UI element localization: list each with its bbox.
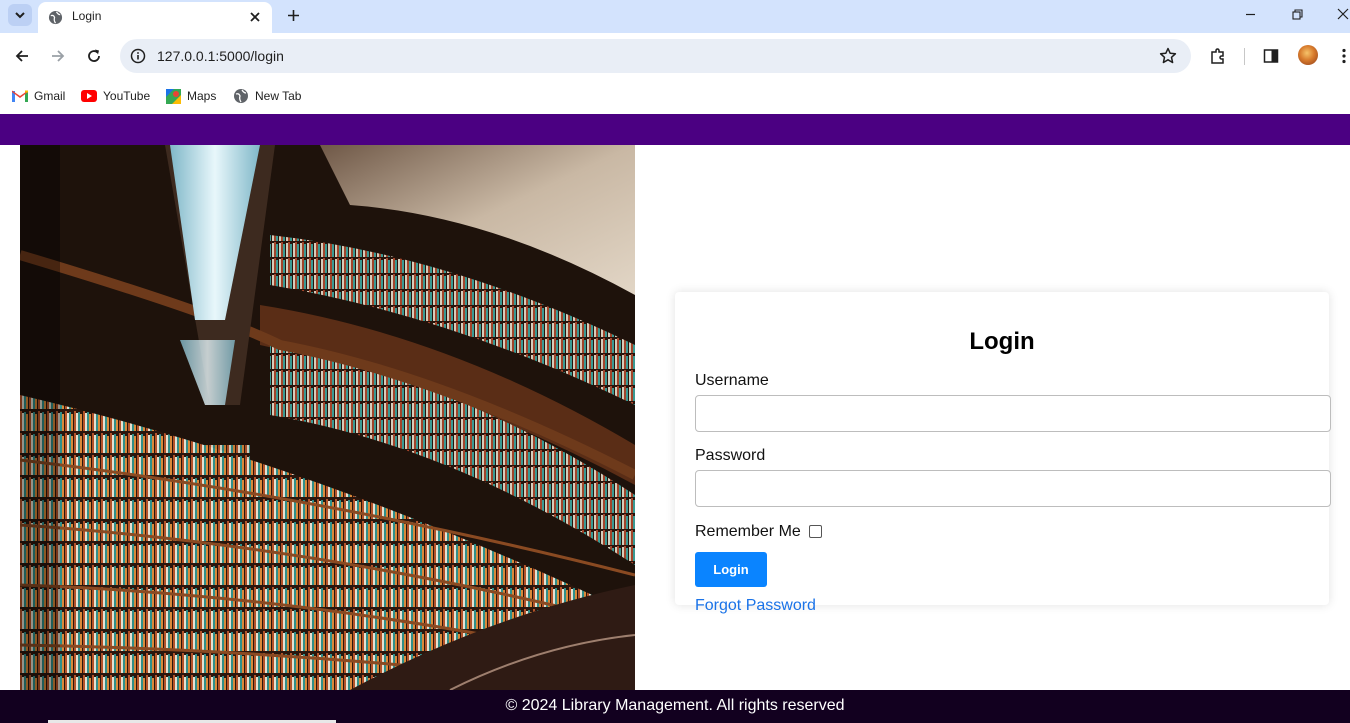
- star-icon[interactable]: [1159, 47, 1177, 65]
- reload-button[interactable]: [81, 43, 107, 69]
- plus-icon: [287, 9, 299, 21]
- info-icon[interactable]: [130, 48, 146, 64]
- back-button[interactable]: [9, 43, 35, 69]
- footer-text: © 2024 Library Management. All rights re…: [505, 697, 845, 714]
- side-panel-button[interactable]: [1260, 45, 1282, 67]
- minimize-icon: [1245, 13, 1255, 15]
- puzzle-icon: [1211, 48, 1224, 64]
- browser-toolbar: 127.0.0.1:5000/login: [0, 33, 1350, 79]
- site-footer: © 2024 Library Management. All rights re…: [0, 690, 1350, 723]
- library-photo: [20, 145, 635, 690]
- globe-icon: [48, 10, 63, 25]
- gmail-icon: [12, 90, 28, 102]
- login-button[interactable]: Login: [695, 552, 767, 587]
- bookmark-label: YouTube: [103, 89, 151, 103]
- bookmark-new-tab[interactable]: New Tab: [233, 85, 301, 107]
- globe-icon: [234, 89, 248, 103]
- minimize-button[interactable]: [1238, 4, 1262, 24]
- login-card: Login Username Password Remember Me Logi…: [675, 292, 1331, 614]
- tab-strip: Login: [0, 0, 1350, 33]
- url-text[interactable]: 127.0.0.1:5000/login: [157, 48, 284, 64]
- bookmark-label: New Tab: [255, 89, 302, 103]
- forward-button[interactable]: [45, 43, 71, 69]
- close-window-button[interactable]: [1331, 4, 1350, 24]
- bookmark-label: Gmail: [34, 89, 66, 103]
- tab-title: Login: [72, 9, 102, 23]
- bookmarks-bar: Gmail YouTube Maps New Tab: [0, 79, 1350, 114]
- extensions-button[interactable]: [1207, 45, 1229, 67]
- bookmark-gmail[interactable]: Gmail: [12, 85, 65, 107]
- youtube-icon: [81, 90, 97, 102]
- bookmark-maps[interactable]: Maps: [166, 85, 216, 107]
- remember-me-checkbox[interactable]: [809, 525, 822, 538]
- remember-me-label: Remember Me: [695, 523, 801, 540]
- side-panel-icon: [1263, 49, 1279, 63]
- tab-search-button[interactable]: [8, 4, 32, 26]
- bookmark-label: Maps: [187, 89, 217, 103]
- more-vertical-icon: [1342, 48, 1346, 64]
- tab-login[interactable]: Login: [38, 2, 272, 33]
- site-header-bar: [0, 114, 1350, 145]
- address-bar[interactable]: 127.0.0.1:5000/login: [120, 39, 1191, 73]
- maps-icon: [166, 88, 181, 104]
- arrow-left-icon: [15, 50, 28, 62]
- password-label: Password: [695, 447, 766, 464]
- password-input[interactable]: [695, 470, 1331, 507]
- close-icon: [250, 12, 260, 22]
- tab-close-button[interactable]: [246, 8, 264, 26]
- profile-avatar[interactable]: [1298, 45, 1318, 65]
- forgot-password-link[interactable]: Forgot Password: [695, 597, 816, 615]
- login-title: Login: [969, 328, 1035, 355]
- restore-button[interactable]: [1285, 4, 1309, 24]
- username-label: Username: [695, 372, 769, 389]
- username-input[interactable]: [695, 395, 1331, 432]
- reload-icon: [88, 49, 100, 62]
- bookmark-youtube[interactable]: YouTube: [81, 85, 150, 107]
- arrow-right-icon: [52, 50, 65, 62]
- restore-icon: [1291, 8, 1303, 20]
- new-tab-button[interactable]: [282, 4, 304, 26]
- menu-button[interactable]: [1333, 45, 1350, 67]
- chevron-down-icon: [15, 12, 25, 19]
- close-icon: [1337, 8, 1349, 20]
- toolbar-divider: [1244, 48, 1245, 65]
